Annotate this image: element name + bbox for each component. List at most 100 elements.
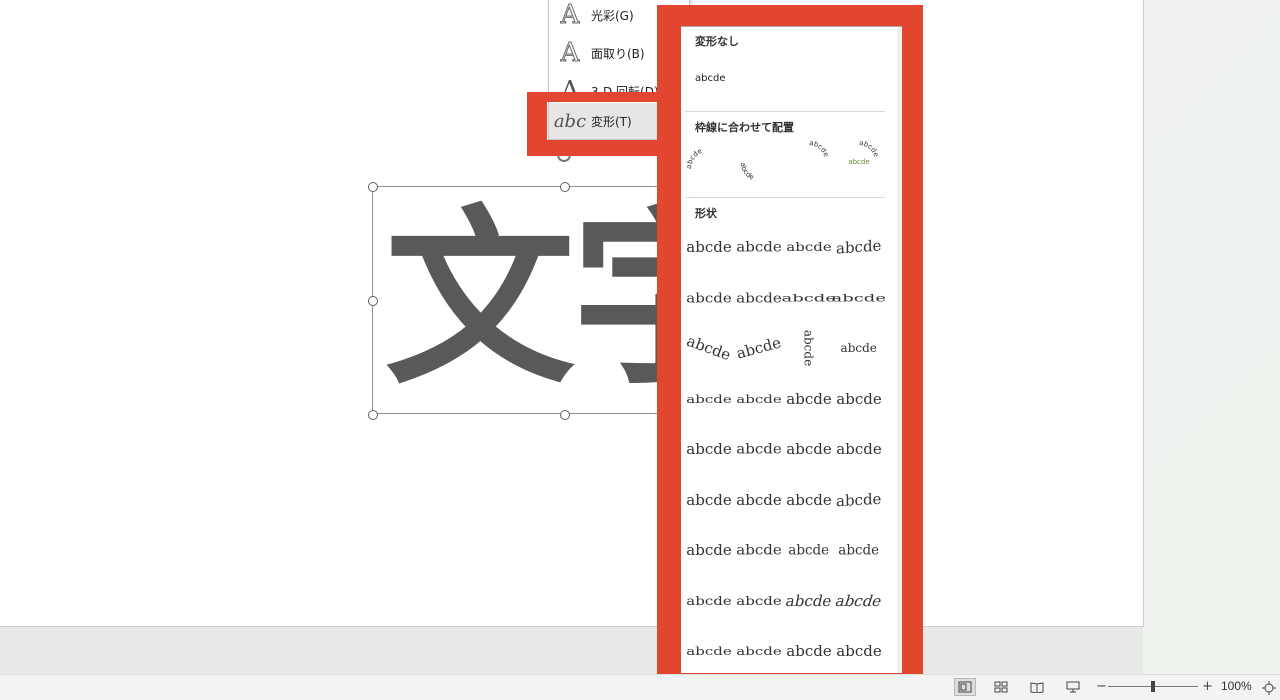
reading-view-button[interactable]: [1026, 678, 1048, 696]
transform-shape-option[interactable]: abcde: [734, 427, 784, 471]
zoom-out-button[interactable]: −: [1096, 679, 1107, 694]
transform-shape-sample: abcde: [836, 440, 882, 458]
transform-shape-option[interactable]: abcde: [784, 579, 834, 623]
transform-shape-option[interactable]: abcde: [784, 427, 834, 471]
transform-shape-sample: abcde: [736, 440, 782, 458]
transform-shape-option[interactable]: abcde: [784, 528, 834, 572]
resize-handle-nw[interactable]: [368, 182, 378, 192]
divider: [685, 111, 885, 112]
follow-path-circle[interactable]: abcde: [785, 139, 833, 183]
transform-shape-option[interactable]: abcde: [734, 276, 784, 320]
follow-path-sample-text: abcde: [859, 139, 881, 158]
transform-shape-option[interactable]: abcde: [684, 579, 734, 623]
transform-shape-sample: abcde: [736, 238, 782, 256]
transform-shape-sample: abcde: [736, 541, 782, 559]
transform-shape-option[interactable]: abcde: [734, 225, 784, 269]
transform-shape-option[interactable]: abcde: [784, 326, 834, 370]
transform-shape-option[interactable]: abcde: [684, 427, 734, 471]
highlight-border: [527, 140, 667, 156]
fit-to-window-button[interactable]: [1262, 680, 1276, 699]
glow-icon: A: [560, 0, 580, 31]
transform-shape-sample: abcde: [831, 291, 887, 304]
transform-shape-option[interactable]: abcde: [834, 225, 884, 269]
transform-shape-option[interactable]: abcde: [834, 427, 884, 471]
transform-shape-option[interactable]: abcde: [784, 225, 834, 269]
transform-shape-option[interactable]: abcde: [684, 326, 734, 370]
transform-shape-option[interactable]: abcde: [834, 377, 884, 421]
transform-shape-sample: abcde: [736, 391, 782, 406]
transform-shape-option[interactable]: abcde: [684, 276, 734, 320]
transform-shape-sample: abcde: [736, 593, 782, 608]
transform-shape-option[interactable]: abcde: [684, 528, 734, 572]
transform-shape-sample: abcde: [836, 489, 882, 510]
follow-path-arch-up[interactable]: abcde: [685, 139, 733, 183]
transform-shape-sample: abcde: [686, 490, 732, 509]
transform-shape-option[interactable]: abcde: [782, 276, 837, 320]
bevel-icon: A: [560, 38, 580, 69]
transform-shape-sample: abcde: [686, 541, 732, 559]
follow-path-sample-text: abcde: [685, 147, 703, 169]
transform-shape-sample: abcde: [786, 239, 832, 255]
transform-shape-option[interactable]: abcde: [684, 629, 734, 673]
transform-shape-option[interactable]: abcde: [834, 478, 884, 522]
follow-path-button[interactable]: abcde abcde: [835, 139, 883, 183]
transform-shape-sample: abcde: [836, 236, 882, 258]
transform-shape-option[interactable]: abcde: [834, 629, 884, 673]
resize-handle-n[interactable]: [560, 182, 570, 192]
transform-shape-sample: abcde: [734, 333, 784, 363]
transform-shape-sample: abcde: [836, 389, 882, 408]
transform-shape-option[interactable]: abcde: [734, 629, 784, 673]
transform-shape-sample: abcde: [684, 331, 734, 365]
transform-shape-sample: abcde: [840, 340, 878, 356]
no-transform-option[interactable]: abcde: [695, 73, 725, 84]
transform-shape-option[interactable]: abcde: [834, 528, 884, 572]
transform-shape-sample: abcde: [801, 329, 817, 367]
transform-shape-sample: abcde: [838, 541, 880, 559]
transform-shape-option[interactable]: abcde: [734, 326, 784, 370]
transform-shape-sample: abcde: [833, 591, 885, 610]
transform-shape-option[interactable]: abcde: [784, 629, 834, 673]
transform-icon: abc: [553, 110, 587, 132]
resize-handle-s[interactable]: [560, 410, 570, 420]
transform-shape-sample: abcde: [786, 440, 832, 458]
transform-shape-option[interactable]: abcde: [734, 478, 784, 522]
transform-shape-option[interactable]: abcde: [734, 579, 784, 623]
transform-shape-option[interactable]: abcde: [831, 276, 887, 320]
transform-shape-option[interactable]: abcde: [734, 528, 784, 572]
resize-handle-sw[interactable]: [368, 410, 378, 420]
transform-shape-option[interactable]: abcde: [684, 377, 734, 421]
slide-sorter-button[interactable]: [990, 678, 1012, 696]
transform-shape-sample: abcde: [788, 541, 830, 559]
resize-handle-w[interactable]: [368, 296, 378, 306]
transform-shape-option[interactable]: abcde: [833, 579, 885, 623]
transform-shape-option[interactable]: abcde: [684, 478, 734, 522]
transform-shape-option[interactable]: abcde: [834, 326, 884, 370]
fit-window-icon: [1262, 681, 1276, 695]
zoom-slider-thumb[interactable]: [1151, 681, 1155, 692]
slideshow-button[interactable]: [1062, 678, 1084, 696]
transform-shape-sample: abcde: [736, 644, 782, 658]
section-title-follow-path: 枠線に合わせて配置: [695, 121, 794, 134]
zoom-in-button[interactable]: +: [1202, 679, 1213, 694]
transform-shape-option[interactable]: abcde: [784, 478, 834, 522]
transform-shape-option[interactable]: abcde: [684, 225, 734, 269]
transform-shape-sample: abcde: [786, 490, 832, 509]
slideshow-icon: [1066, 681, 1080, 693]
section-title-no-transform: 変形なし: [695, 35, 739, 48]
follow-path-arch-down[interactable]: abcde: [735, 139, 783, 183]
transform-shape-sample: abcde: [686, 391, 732, 406]
normal-view-button[interactable]: [954, 678, 976, 696]
divider: [685, 197, 885, 198]
notes-divider-area: [0, 627, 1143, 674]
highlight-border: [657, 5, 681, 693]
transform-shape-option[interactable]: abcde: [784, 377, 834, 421]
transform-gallery: 変形なし abcde 枠線に合わせて配置 abcde abcde abcde a…: [680, 26, 904, 688]
slide-sorter-icon: [994, 681, 1008, 693]
svg-text:abcde: abcde: [739, 162, 755, 181]
zoom-level[interactable]: 100%: [1221, 679, 1252, 693]
transform-shape-option[interactable]: abcde: [734, 377, 784, 421]
menu-item-label: 変形(T): [591, 114, 632, 129]
normal-view-icon: [958, 681, 972, 693]
menu-item-label: 面取り(B): [591, 46, 645, 61]
follow-path-sample-text: abcde: [739, 162, 755, 181]
